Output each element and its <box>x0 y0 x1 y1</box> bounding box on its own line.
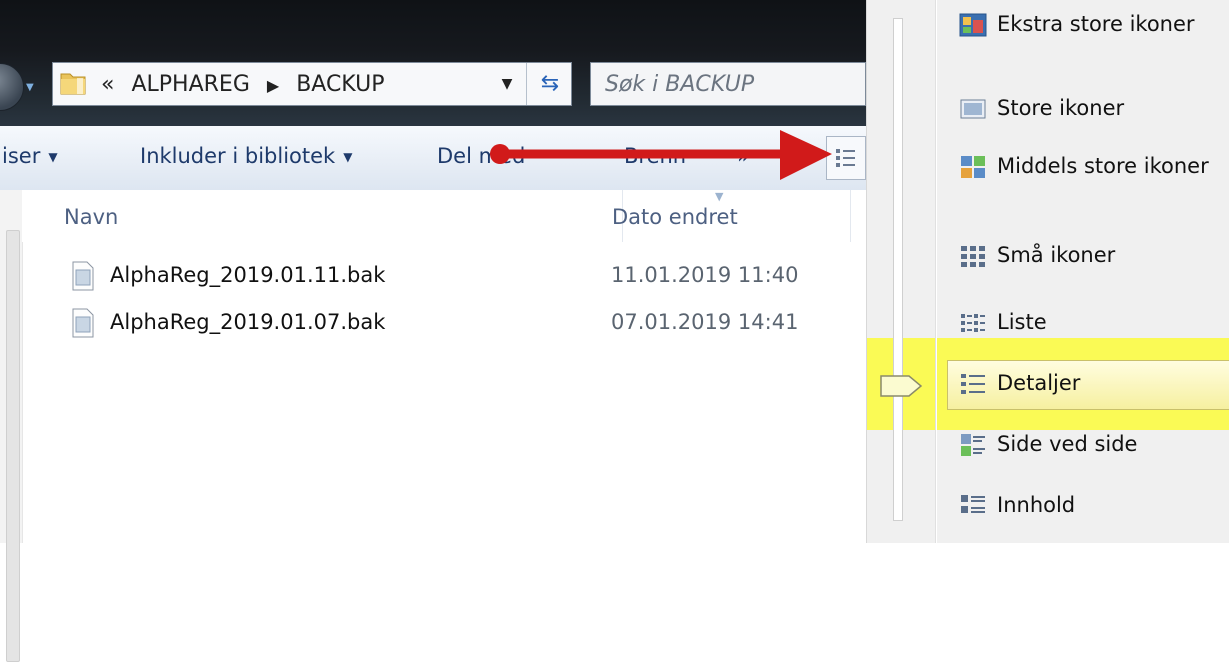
extra-large-icons-icon <box>959 13 987 37</box>
search-input[interactable]: Søk i BACKUP <box>590 62 866 106</box>
annotation-arrow <box>490 130 832 180</box>
file-row[interactable]: AlphaReg_2019.01.11.bak 11.01.2019 11:40 <box>60 259 820 293</box>
organize-button[interactable]: iser ▼ <box>2 144 58 168</box>
menu-item-label: Store ikoner <box>997 96 1125 120</box>
backup-file-icon <box>72 261 94 291</box>
organize-label: iser <box>2 144 41 168</box>
file-name: AlphaReg_2019.01.07.bak <box>110 310 386 334</box>
breadcrumb-separator-icon[interactable]: ▶ <box>267 76 279 95</box>
content-icon <box>961 495 985 513</box>
breadcrumb-item-alphareg[interactable]: ALPHAREG <box>131 72 249 97</box>
large-icons-icon <box>960 99 986 119</box>
breadcrumb: « ALPHAREG ▶ BACKUP <box>101 72 385 97</box>
small-icons-icon <box>961 246 985 267</box>
chevron-down-icon: ▼ <box>48 150 58 164</box>
details-icon <box>961 374 985 394</box>
refresh-icon[interactable]: ⇆ <box>526 63 573 105</box>
menu-item-label: Side ved side <box>997 432 1138 456</box>
include-in-library-button[interactable]: Inkluder i bibliotek ▼ <box>140 144 352 168</box>
include-in-library-label: Inkluder i bibliotek <box>140 144 336 168</box>
search-placeholder: Søk i BACKUP <box>605 72 755 97</box>
view-slider-thumb[interactable] <box>879 373 923 399</box>
explorer-window: ▼ « ALPHAREG ▶ BACKUP ▼ ⇆ Søk i BACKUP i… <box>0 0 866 662</box>
scrollbar-thumb[interactable] <box>6 230 20 662</box>
medium-icons-icon <box>961 156 985 178</box>
menu-item-label: Detaljer <box>997 371 1081 395</box>
address-dropdown-icon[interactable]: ▼ <box>493 71 521 97</box>
menu-item-label: Små ikoner <box>997 243 1116 267</box>
column-header-name[interactable]: Navn <box>64 205 118 229</box>
navigation-pane-scrollbar[interactable] <box>0 190 23 662</box>
folder-icon <box>60 73 86 95</box>
list-icon <box>961 314 985 332</box>
breadcrumb-item-backup[interactable]: BACKUP <box>296 72 384 97</box>
title-bar: ▼ « ALPHAREG ▶ BACKUP ▼ ⇆ Søk i BACKUP <box>0 0 866 126</box>
view-options-menu: Ekstra store ikoner Store ikoner Middels… <box>866 0 1229 543</box>
breadcrumb-overflow[interactable]: « <box>101 72 114 97</box>
file-date-modified: 07.01.2019 14:41 <box>611 310 799 334</box>
menu-item-label: Liste <box>997 310 1047 334</box>
file-row[interactable]: AlphaReg_2019.01.07.bak 07.01.2019 14:41 <box>60 306 820 340</box>
chevron-down-icon: ▼ <box>343 150 353 164</box>
file-name: AlphaReg_2019.01.11.bak <box>110 263 386 287</box>
recent-pages-dropdown[interactable]: ▼ <box>26 78 38 98</box>
back-button[interactable] <box>0 63 24 111</box>
view-slider-track[interactable] <box>893 18 903 521</box>
menu-item-label: Innhold <box>997 493 1076 517</box>
address-bar[interactable]: « ALPHAREG ▶ BACKUP ▼ ⇆ <box>52 62 572 106</box>
selected-item-box <box>947 360 1229 410</box>
menu-item-label: Ekstra store ikoner <box>997 12 1195 36</box>
backup-file-icon <box>72 308 94 338</box>
column-divider[interactable] <box>850 190 851 242</box>
menu-item-label: Middels store ikoner <box>997 154 1209 178</box>
column-header-date-modified[interactable]: Dato endret <box>612 205 738 229</box>
menu-divider <box>935 0 937 543</box>
tiles-icon <box>961 434 985 456</box>
file-date-modified: 11.01.2019 11:40 <box>611 263 799 287</box>
